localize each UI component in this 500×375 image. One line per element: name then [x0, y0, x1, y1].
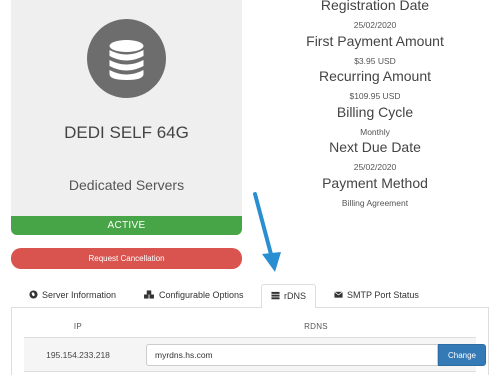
service-tabs: Server Information Configurable Options … — [11, 284, 489, 309]
tab-configurable-options[interactable]: Configurable Options — [143, 284, 244, 308]
table-row: 195.154.233.218 Change — [24, 338, 486, 372]
status-badge: ACTIVE — [11, 216, 242, 235]
registration-date-label: Registration Date — [320, 0, 430, 13]
tab-label: rDNS — [284, 291, 306, 301]
product-group: Dedicated Servers — [68, 177, 185, 193]
server-icon — [271, 291, 280, 300]
tab-server-information[interactable]: Server Information — [29, 284, 116, 308]
billing-cycle-label: Billing Cycle — [336, 104, 414, 120]
pointer-arrow-icon — [253, 192, 281, 272]
registration-date-value: 25/02/2020 — [353, 20, 397, 30]
product-name: DEDI SELF 64G — [64, 123, 189, 142]
payment-method-value: Billing Agreement — [341, 198, 409, 208]
cubes-icon — [144, 290, 154, 299]
rdns-input[interactable] — [146, 344, 438, 366]
product-icon-badge — [87, 19, 166, 98]
ip-address: 195.154.233.218 — [46, 350, 110, 360]
product-card: DEDI SELF 64G Dedicated Servers ACTIVE — [11, 0, 242, 235]
envelope-icon — [334, 291, 343, 298]
next-due-date-label: Next Due Date — [329, 139, 421, 155]
tab-label: SMTP Port Status — [347, 290, 419, 300]
tab-label: Server Information — [42, 290, 117, 300]
billing-cycle-value: Monthly — [360, 127, 390, 137]
first-payment-label: First Payment Amount — [306, 33, 444, 49]
change-button[interactable]: Change — [438, 344, 486, 366]
tab-smtp-port-status[interactable]: SMTP Port Status — [334, 284, 419, 308]
request-cancellation-button[interactable]: Request Cancellation — [11, 248, 242, 269]
first-payment-value: $3.95 USD — [354, 56, 396, 66]
rdns-table-header: IP RDNS — [24, 308, 476, 338]
column-header-ip: IP — [73, 322, 83, 331]
tab-label: Configurable Options — [159, 290, 244, 300]
payment-method-label: Payment Method — [322, 175, 428, 191]
tab-rdns[interactable]: rDNS — [261, 284, 316, 309]
globe-icon — [29, 290, 38, 299]
next-due-date-value: 25/02/2020 — [353, 162, 397, 172]
recurring-amount-value: $109.95 USD — [349, 91, 401, 101]
recurring-amount-label: Recurring Amount — [318, 68, 432, 84]
rdns-panel: IP RDNS 195.154.233.218 Change — [11, 308, 489, 375]
column-header-rdns: RDNS — [304, 322, 328, 331]
database-icon — [109, 40, 144, 80]
